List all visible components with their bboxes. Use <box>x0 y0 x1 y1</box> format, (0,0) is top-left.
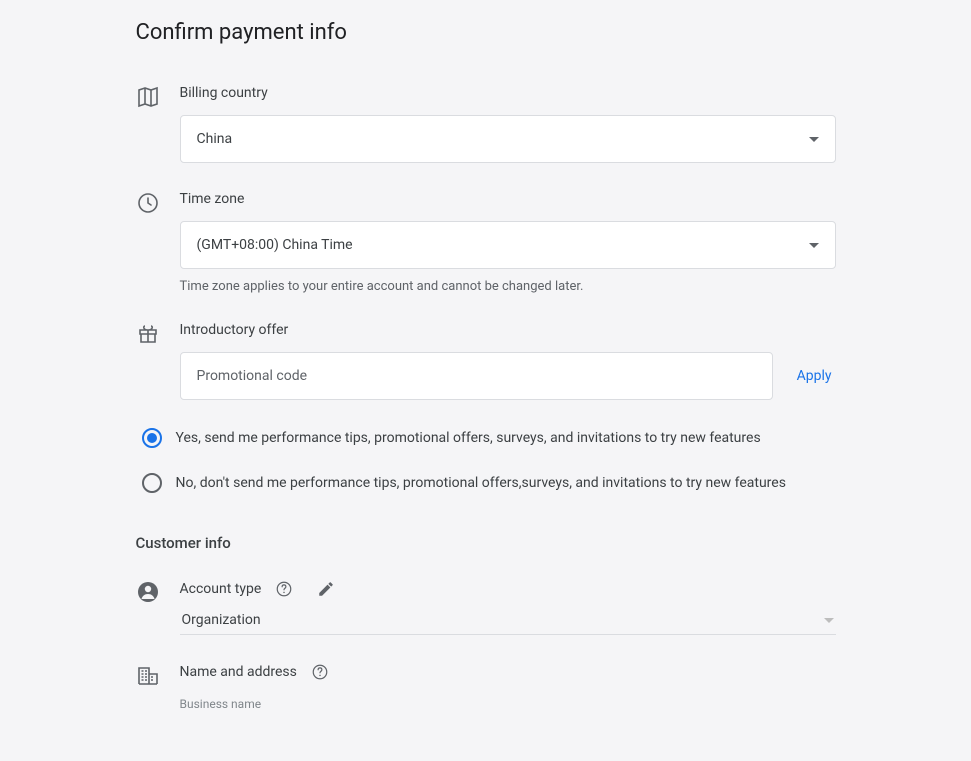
name-address-row: Name and address Business name <box>136 663 836 711</box>
business-icon <box>136 663 160 687</box>
caret-down-icon <box>809 137 819 142</box>
person-icon <box>136 580 160 604</box>
caret-down-icon <box>824 618 834 623</box>
account-type-label: Account type <box>180 581 262 597</box>
account-type-value: Organization <box>182 612 261 628</box>
radio-unselected-icon <box>142 473 162 493</box>
offer-label: Introductory offer <box>180 322 836 338</box>
billing-country-label: Billing country <box>180 85 836 101</box>
gift-icon <box>136 322 160 346</box>
customer-info-heading: Customer info <box>136 534 836 552</box>
clock-icon <box>136 191 160 215</box>
optin-radio-group: Yes, send me performance tips, promotion… <box>136 428 836 494</box>
timezone-value: (GMT+08:00) China Time <box>197 237 353 253</box>
offer-row: Introductory offer Apply <box>136 322 836 400</box>
help-icon[interactable] <box>275 580 293 598</box>
caret-down-icon <box>809 243 819 248</box>
promo-code-input[interactable] <box>180 352 773 400</box>
timezone-select[interactable]: (GMT+08:00) China Time <box>180 221 836 269</box>
optin-no-row[interactable]: No, don't send me performance tips, prom… <box>136 473 836 494</box>
name-address-label: Name and address <box>180 664 297 680</box>
billing-country-value: China <box>197 131 233 147</box>
optin-yes-row[interactable]: Yes, send me performance tips, promotion… <box>136 428 836 449</box>
optin-yes-label: Yes, send me performance tips, promotion… <box>176 428 761 449</box>
billing-country-row: Billing country China <box>136 85 836 163</box>
radio-selected-icon <box>142 428 162 448</box>
edit-icon[interactable] <box>317 580 335 598</box>
optin-no-label: No, don't send me performance tips, prom… <box>176 473 786 494</box>
page-title: Confirm payment info <box>136 20 836 45</box>
apply-button[interactable]: Apply <box>793 360 836 392</box>
timezone-helper: Time zone applies to your entire account… <box>180 279 836 294</box>
payment-info-form: Confirm payment info Billing country Chi… <box>76 0 896 761</box>
map-icon <box>136 85 160 109</box>
account-type-select[interactable]: Organization <box>180 612 836 635</box>
help-icon[interactable] <box>311 663 329 681</box>
business-name-sublabel: Business name <box>180 697 836 711</box>
timezone-row: Time zone (GMT+08:00) China Time Time zo… <box>136 191 836 294</box>
billing-country-select[interactable]: China <box>180 115 836 163</box>
account-type-row: Account type Organization <box>136 580 836 635</box>
timezone-label: Time zone <box>180 191 836 207</box>
